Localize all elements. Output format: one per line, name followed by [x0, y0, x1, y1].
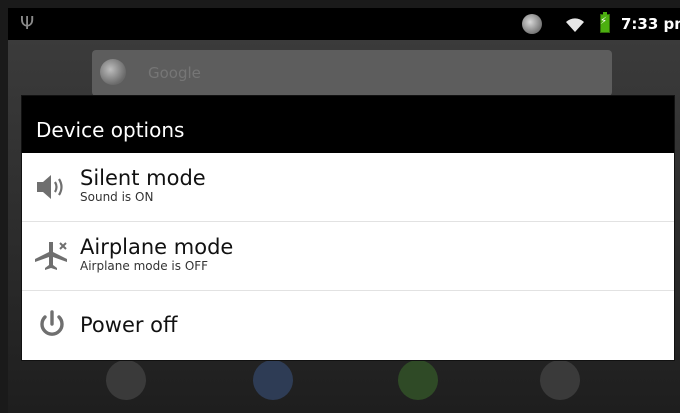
- status-bar[interactable]: Ψ 7:33 pm: [8, 8, 680, 40]
- dock-app-icon: [398, 360, 438, 400]
- device-options-dialog: Device options Silent mode Sound is ON A…: [22, 96, 674, 360]
- option-label: Silent mode: [80, 166, 206, 190]
- option-label: Airplane mode: [80, 235, 234, 259]
- battery-charging-icon: [600, 12, 610, 33]
- speaker-icon: [37, 175, 63, 199]
- screen: Ψ 7:33 pm Google Device options Silent m…: [0, 0, 680, 413]
- search-icon: [522, 14, 542, 34]
- airplane-icon: [35, 242, 67, 270]
- usb-icon: Ψ: [20, 13, 35, 34]
- dialog-title: Device options: [36, 118, 185, 142]
- dialog-header: Device options: [22, 96, 674, 153]
- option-label: Power off: [80, 313, 178, 337]
- power-icon: [40, 310, 64, 336]
- search-icon: [100, 59, 126, 85]
- clock: 7:33 pm: [621, 15, 680, 33]
- dock-app-icon: [540, 360, 580, 400]
- search-placeholder: Google: [148, 64, 201, 82]
- silent-mode-option[interactable]: Silent mode Sound is ON: [22, 153, 674, 221]
- airplane-mode-option[interactable]: Airplane mode Airplane mode is OFF: [22, 222, 674, 290]
- dock-app-icon: [253, 360, 293, 400]
- dock-app-icon: [106, 360, 146, 400]
- power-off-option[interactable]: Power off: [22, 291, 674, 359]
- option-status: Sound is ON: [80, 190, 154, 204]
- google-search-bar: Google: [92, 50, 612, 96]
- wifi-icon: [566, 18, 584, 32]
- option-status: Airplane mode is OFF: [80, 259, 209, 273]
